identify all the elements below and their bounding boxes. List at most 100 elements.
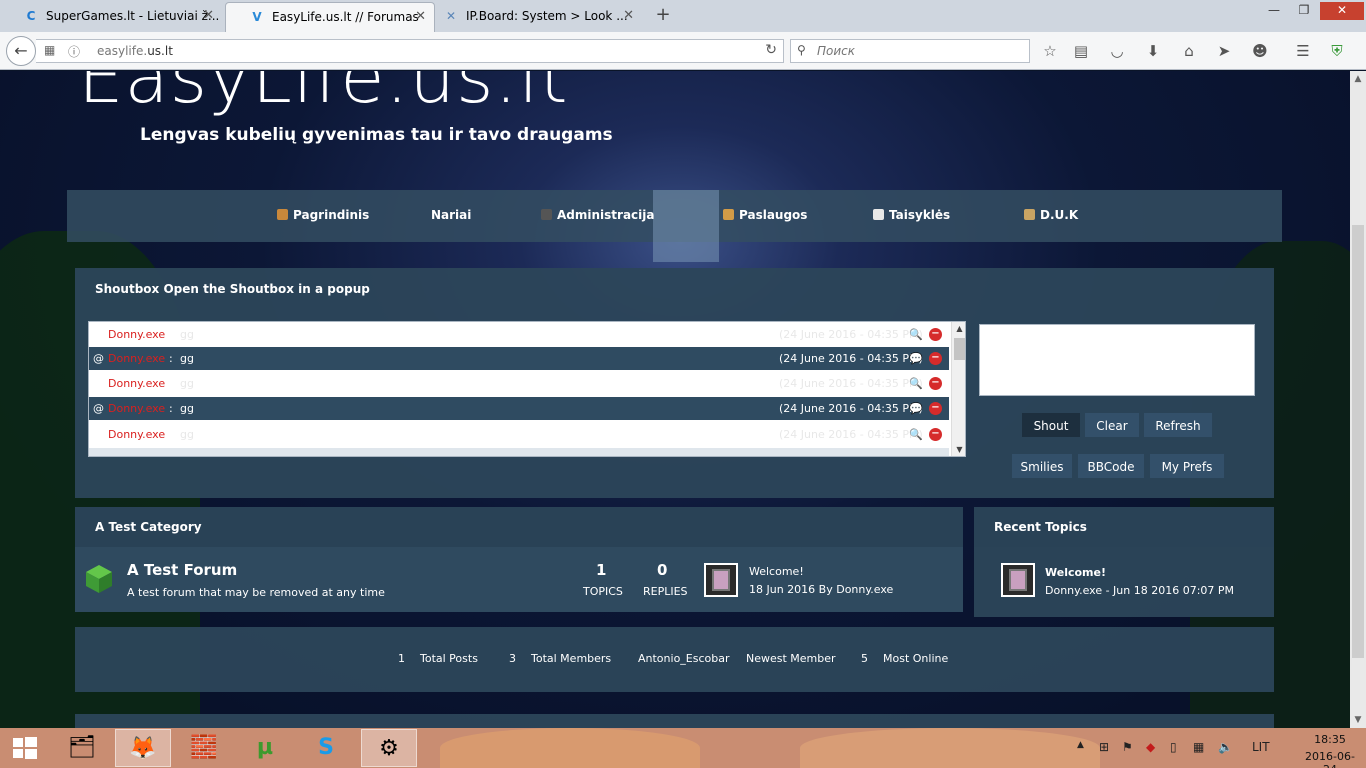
shout-author[interactable]: Donny.exe: [108, 402, 165, 415]
steam-icon[interactable]: ⚙: [361, 729, 417, 767]
nav-item-paslaugos[interactable]: Paslaugos: [723, 208, 807, 222]
shout-author[interactable]: Donny.exe: [108, 428, 165, 441]
shout-button[interactable]: Shout: [1021, 412, 1081, 438]
bbcode-button[interactable]: BBCode: [1077, 453, 1145, 479]
nav-item-duk[interactable]: D.U.K: [1024, 208, 1078, 222]
reply-shout-icon[interactable]: 💬: [909, 402, 923, 416]
view-shout-icon[interactable]: 🔍: [909, 328, 923, 342]
last-post-meta: 18 Jun 2016 By Donny.exe: [749, 583, 894, 596]
close-icon[interactable]: ✕: [623, 2, 634, 30]
scroll-thumb[interactable]: [1352, 225, 1364, 658]
forum-description: A test forum that may be removed at any …: [127, 586, 385, 599]
avatar[interactable]: [1001, 563, 1035, 597]
nav-item-pagrindinis[interactable]: Pagrindinis: [277, 208, 369, 222]
supergames-icon: C: [26, 9, 36, 23]
tab-supergames[interactable]: C SuperGames.lt - Lietuviai ž... ✕: [0, 2, 222, 32]
smilies-button[interactable]: Smilies: [1011, 453, 1073, 479]
forum-title-link[interactable]: A Test Forum: [127, 561, 237, 579]
tray-expand-icon[interactable]: ▲: [1077, 740, 1084, 750]
scroll-down-icon[interactable]: ▼: [952, 445, 965, 454]
action-center-flag-icon[interactable]: ⚑: [1122, 740, 1133, 754]
scroll-thumb[interactable]: [954, 338, 965, 360]
shout-time: (24 June 2016 - 04:35 PM): [779, 352, 923, 365]
battery-icon[interactable]: ▯: [1170, 740, 1177, 754]
skype-icon[interactable]: S: [298, 729, 354, 767]
search-icon: ⚲: [797, 43, 806, 57]
tab-ipboard[interactable]: ✕ IP.Board: System > Look ... ✕: [420, 2, 642, 32]
refresh-button[interactable]: Refresh: [1143, 412, 1213, 438]
tray-windows-icon[interactable]: ⊞: [1099, 740, 1109, 754]
tab-easylife[interactable]: V EasyLife.us.lt // Forumas ✕: [225, 2, 435, 32]
reply-shout-icon[interactable]: 💬: [909, 352, 923, 366]
shout-author[interactable]: Donny.exe: [108, 352, 165, 365]
shoutbox-title[interactable]: Shoutbox Open the Shoutbox in a popup: [95, 282, 370, 296]
network-app-icon[interactable]: 🧱: [176, 729, 232, 767]
info-icon[interactable]: ⓘ: [68, 43, 80, 60]
shout-author[interactable]: Donny.exe: [108, 328, 165, 341]
shout-row: Donny.exe gg (24 June 2016 - 04:35 PM) 🔍…: [89, 372, 949, 395]
bookmark-star-icon[interactable]: ☆: [1039, 41, 1061, 61]
nav-item-nariai[interactable]: Nariai: [431, 208, 471, 222]
smiley-icon[interactable]: ☻: [1249, 41, 1271, 61]
view-shout-icon[interactable]: 🔍: [909, 428, 923, 442]
site-logo[interactable]: EasyLife.us.lt: [78, 71, 569, 119]
window-close-button[interactable]: ✕: [1320, 2, 1364, 20]
new-tab-button[interactable]: +: [653, 4, 673, 25]
reload-icon[interactable]: ↻: [765, 42, 777, 58]
shout-author[interactable]: Donny.exe: [108, 377, 165, 390]
antivirus-icon[interactable]: ◆: [1146, 740, 1155, 754]
delete-shout-icon[interactable]: −: [929, 377, 942, 390]
page-scrollbar[interactable]: ▲ ▼: [1350, 71, 1366, 728]
grid-icon[interactable]: ▦: [44, 43, 55, 57]
nav-item-administracija[interactable]: Administracija: [541, 208, 654, 222]
scroll-up-icon[interactable]: ▲: [952, 324, 965, 333]
newest-member-name[interactable]: Antonio_Escobar: [638, 652, 730, 665]
volume-icon[interactable]: 🔈: [1218, 740, 1233, 754]
shout-time: (24 June 2016 - 04:35 PM): [779, 328, 923, 341]
delete-shout-icon[interactable]: −: [929, 328, 942, 341]
pocket-icon[interactable]: ◡: [1106, 41, 1128, 61]
minimize-button[interactable]: —: [1260, 2, 1288, 20]
utorrent-icon[interactable]: µ: [237, 729, 293, 767]
last-post-title[interactable]: Welcome!: [749, 565, 804, 578]
nav-item-taisykles[interactable]: Taisyklės: [873, 208, 950, 222]
download-icon[interactable]: ⬇: [1142, 41, 1164, 61]
shout-message-input[interactable]: [979, 324, 1255, 396]
recent-topic-title[interactable]: Welcome!: [1045, 566, 1106, 579]
shout-scrollbar[interactable]: ▲ ▼: [951, 322, 965, 456]
my-prefs-button[interactable]: My Prefs: [1149, 453, 1225, 479]
clock-time[interactable]: 18:35: [1300, 733, 1360, 746]
clock-date[interactable]: 2016-06-24: [1300, 750, 1360, 768]
shout-list[interactable]: Donny.exe gg (24 June 2016 - 04:35 PM) 🔍…: [88, 321, 966, 457]
language-indicator[interactable]: LIT: [1252, 740, 1270, 754]
scroll-up-icon[interactable]: ▲: [1350, 71, 1366, 87]
scroll-down-icon[interactable]: ▼: [1350, 712, 1366, 728]
firefox-icon[interactable]: 🦊: [115, 729, 171, 767]
url-bar[interactable]: ▦ ⓘ easylife.us.lt ↻: [36, 39, 784, 63]
tab-label: IP.Board: System > Look ...: [466, 9, 628, 23]
network-icon[interactable]: ▦: [1193, 740, 1204, 754]
view-shout-icon[interactable]: 🔍: [909, 377, 923, 391]
addon-shield-icon[interactable]: ⛨: [1326, 41, 1348, 61]
shout-row: Donny.exe gg (24 June 2016 - 04:35 PM) 🔍…: [89, 423, 949, 446]
avatar[interactable]: [704, 563, 738, 597]
delete-shout-icon[interactable]: −: [929, 402, 942, 415]
home-icon[interactable]: ⌂: [1178, 41, 1200, 61]
delete-shout-icon[interactable]: −: [929, 352, 942, 365]
file-explorer-icon[interactable]: 🗂: [54, 729, 110, 767]
clear-button[interactable]: Clear: [1084, 412, 1140, 438]
bookmarks-list-icon[interactable]: ▤: [1070, 41, 1092, 61]
restore-button[interactable]: ❐: [1290, 2, 1318, 20]
category-title[interactable]: A Test Category: [95, 520, 202, 534]
search-input[interactable]: [815, 43, 1015, 59]
close-icon[interactable]: ✕: [203, 2, 214, 30]
menu-icon[interactable]: ☰: [1292, 41, 1314, 61]
back-button[interactable]: ←: [6, 36, 36, 66]
url-text[interactable]: easylife.us.lt: [97, 44, 173, 58]
search-bar[interactable]: ⚲: [790, 39, 1030, 63]
forum-status-icon: [86, 565, 112, 593]
windows-start-icon[interactable]: [0, 728, 50, 768]
delete-shout-icon[interactable]: −: [929, 428, 942, 441]
wallpaper-flame: [440, 728, 700, 768]
share-icon[interactable]: ➤: [1213, 41, 1235, 61]
